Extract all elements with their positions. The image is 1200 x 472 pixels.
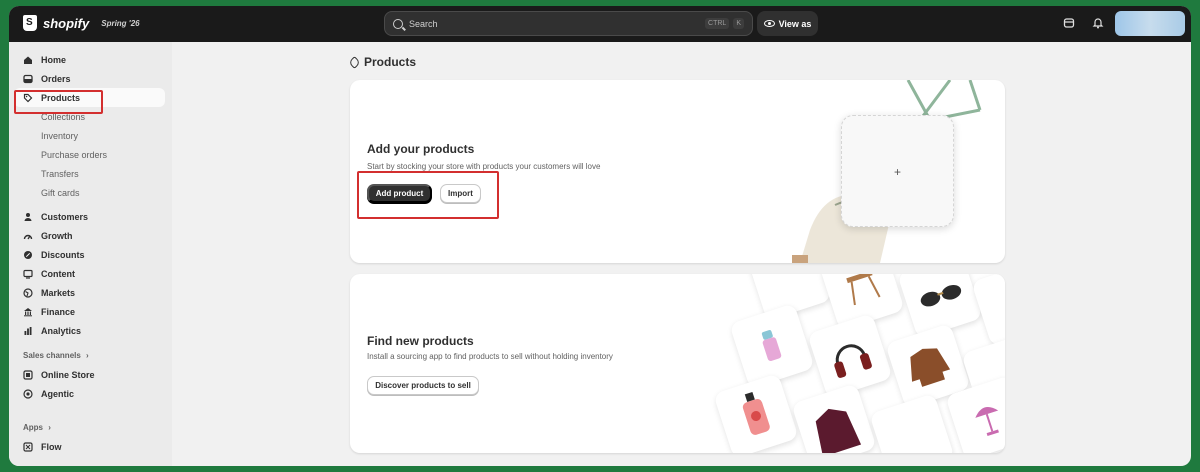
- add-products-card: Add your products Start by stocking your…: [350, 80, 1005, 263]
- sidebar-item-label: Agentic: [41, 388, 75, 399]
- sales-channels-heading[interactable]: Sales channels ›: [23, 351, 89, 360]
- sidebar-item-agentic[interactable]: Agentic: [14, 384, 165, 403]
- sidebar: Home Orders Products Collections Invento…: [9, 42, 172, 466]
- shopify-bag-icon: [23, 15, 37, 31]
- sidebar-item-label: Home: [41, 54, 67, 65]
- sidebar-subitem-purchase-orders[interactable]: Purchase orders: [41, 150, 107, 160]
- app-window: shopify Spring '26 CTRL K View as Home: [9, 6, 1191, 466]
- bank-icon: [24, 307, 32, 316]
- top-bar: shopify Spring '26 CTRL K View as: [9, 6, 1191, 42]
- sidebar-item-label: Content: [41, 268, 75, 279]
- chevron-right-icon: ›: [86, 351, 89, 360]
- pink-bottle-icon: [742, 391, 770, 435]
- import-button[interactable]: Import: [440, 184, 481, 203]
- sidebar-item-orders[interactable]: Orders: [14, 69, 165, 88]
- discover-products-button[interactable]: Discover products to sell: [367, 376, 479, 395]
- view-as-button[interactable]: View as: [757, 11, 818, 36]
- shortcut-ctrl: CTRL: [705, 18, 730, 29]
- sidebar-item-content[interactable]: Content: [14, 264, 165, 283]
- upload-placeholder[interactable]: +: [841, 115, 954, 227]
- sidebar-item-label: Flow: [41, 441, 62, 452]
- sidebar-item-discounts[interactable]: Discounts: [14, 245, 165, 264]
- page-title: Products: [348, 55, 417, 69]
- store-icon: [23, 369, 33, 380]
- sidebar-item-products[interactable]: Products: [14, 88, 165, 107]
- sidebar-item-label: Finance: [41, 306, 76, 317]
- add-products-title: Add your products: [367, 142, 475, 156]
- globe-icon: [23, 287, 33, 298]
- discount-icon: [24, 250, 32, 259]
- search-bar[interactable]: CTRL K: [384, 11, 753, 36]
- sidebar-subitem-inventory[interactable]: Inventory: [41, 131, 78, 141]
- gauge-icon: [23, 234, 33, 239]
- sidebar-item-label: Growth: [41, 230, 73, 241]
- find-products-card: Find new products Install a sourcing app…: [350, 274, 1005, 453]
- tag-icon: [348, 55, 361, 69]
- store-switch-icon[interactable]: [1063, 17, 1075, 29]
- hoodie-icon: [815, 408, 862, 453]
- edition-label: Spring '26: [101, 18, 140, 28]
- find-products-description: Install a sourcing app to find products …: [367, 352, 613, 361]
- eye-icon: [763, 20, 775, 27]
- chevron-right-icon: ›: [48, 423, 51, 432]
- chart-icon: [24, 326, 32, 335]
- home-icon: [24, 56, 32, 64]
- inbox-icon: [23, 74, 33, 83]
- account-avatar[interactable]: [1115, 11, 1185, 36]
- sales-channels-label: Sales channels: [23, 351, 81, 360]
- sidebar-item-online-store[interactable]: Online Store: [14, 365, 165, 384]
- sidebar-subitem-collections[interactable]: Collections: [41, 112, 85, 122]
- sidebar-item-markets[interactable]: Markets: [14, 283, 165, 302]
- sidebar-item-growth[interactable]: Growth: [14, 226, 165, 245]
- shopify-logo[interactable]: shopify Spring '26: [23, 15, 140, 31]
- view-as-label: View as: [778, 18, 812, 29]
- sidebar-item-label: Customers: [41, 211, 89, 222]
- page-title-text: Products: [364, 55, 417, 69]
- logo-text: shopify: [43, 15, 90, 31]
- sidebar-item-label: Orders: [41, 73, 71, 84]
- sidebar-subitem-gift-cards[interactable]: Gift cards: [41, 188, 80, 198]
- sidebar-item-flow[interactable]: Flow: [14, 437, 165, 456]
- search-input[interactable]: [409, 18, 702, 29]
- content-icon: [23, 269, 33, 279]
- shortcut-k: K: [733, 18, 744, 29]
- product-tile: [869, 393, 955, 453]
- find-products-title: Find new products: [367, 334, 474, 348]
- sidebar-item-home[interactable]: Home: [14, 50, 165, 69]
- add-products-description: Start by stocking your store with produc…: [367, 162, 601, 171]
- sidebar-item-label: Products: [41, 92, 81, 103]
- apps-label: Apps: [23, 423, 43, 432]
- sidebar-item-label: Analytics: [41, 325, 82, 336]
- sidebar-subitem-transfers[interactable]: Transfers: [41, 169, 79, 179]
- sidebar-item-label: Online Store: [41, 369, 95, 380]
- person-icon: [24, 212, 32, 221]
- add-product-button[interactable]: Add product: [367, 184, 432, 203]
- tag-icon: [23, 93, 33, 102]
- product-tile: [713, 373, 799, 453]
- bell-icon[interactable]: [1092, 17, 1104, 29]
- plus-icon: +: [894, 165, 902, 179]
- sidebar-item-label: Markets: [41, 287, 76, 298]
- sidebar-item-analytics[interactable]: Analytics: [14, 321, 165, 340]
- target-icon: [23, 388, 33, 399]
- sidebar-item-label: Discounts: [41, 249, 85, 260]
- sidebar-item-customers[interactable]: Customers: [14, 207, 165, 226]
- search-icon: [393, 18, 403, 29]
- apps-heading[interactable]: Apps ›: [23, 423, 51, 432]
- product-tile: [791, 383, 877, 453]
- sidebar-item-finance[interactable]: Finance: [14, 302, 165, 321]
- flow-icon: [23, 441, 33, 452]
